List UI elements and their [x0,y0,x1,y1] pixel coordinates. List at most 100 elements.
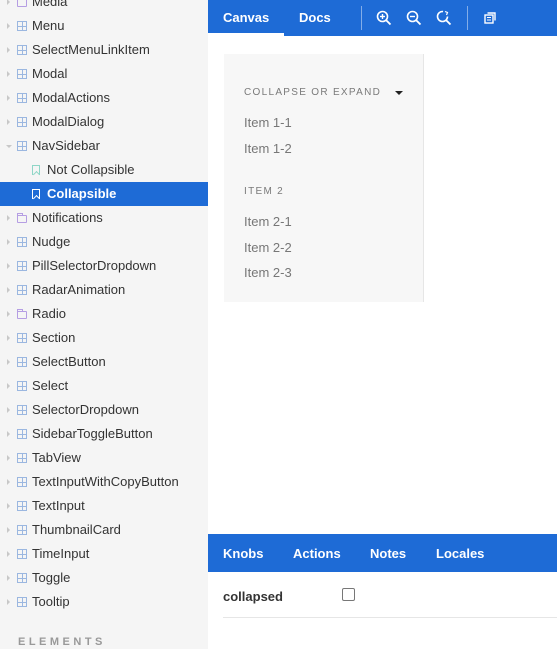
chevron-right-icon [7,599,10,605]
component-icon [17,405,27,415]
nav-item[interactable]: Item 1-1 [244,115,292,130]
sidebar-item[interactable]: Modal [0,62,208,86]
nav-item[interactable]: Item 2-3 [244,265,292,280]
nav-item[interactable]: Item 2-2 [244,240,292,255]
sidebar-item[interactable]: ThumbnailCard [0,518,208,542]
component-icon [17,69,27,79]
knobs-panel: collapsed [208,572,557,649]
chevron-right-icon [7,23,10,29]
chevron-right-icon [7,215,10,221]
chevron-right-icon [7,47,10,53]
section-header-elements: ELEMENTS [18,636,106,648]
toolbar: Canvas Docs [207,0,557,36]
sidebar-item[interactable]: Menu [0,14,208,38]
component-icon [17,477,27,487]
tab-notes[interactable]: Notes [370,534,406,572]
sidebar-item[interactable]: TextInput [0,494,208,518]
chevron-right-icon [7,311,10,317]
sidebar-item[interactable]: Notifications [0,206,208,230]
bookmark-icon [32,189,40,199]
sidebar-item[interactable]: SelectorDropdown [0,398,208,422]
canvas-preview: COLLAPSE OR EXPAND Item 1-1 Item 1-2 ITE… [208,36,557,534]
tab-canvas[interactable]: Canvas [207,0,285,36]
reset-zoom-icon[interactable] [436,10,452,26]
component-icon [17,117,27,127]
sidebar-item-label: Not Collapsible [47,162,135,177]
chevron-right-icon [7,407,10,413]
sidebar-item-label: Tooltip [32,594,70,609]
sidebar-item[interactable]: TabView [0,446,208,470]
sidebar-item[interactable]: PillSelectorDropdown [0,254,208,278]
sidebar-tree: Media Menu SelectMenuLinkItem Modal ModalAct… [0,0,208,614]
sidebar-item[interactable]: Tooltip [0,590,208,614]
chevron-right-icon [7,239,10,245]
chevron-right-icon [7,0,10,5]
chevron-right-icon [7,335,10,341]
sidebar-item[interactable]: ModalDialog [0,110,208,134]
copy-icon[interactable] [482,10,498,26]
zoom-in-icon[interactable] [376,10,392,26]
folder-icon [17,213,27,223]
sidebar-item-label: TabView [32,450,81,465]
sidebar: Media Menu SelectMenuLinkItem Modal ModalAct… [0,0,208,649]
sidebar-item-label: Select [32,378,69,393]
sidebar-item-label: Radio [32,306,66,321]
chevron-right-icon [7,455,10,461]
sidebar-item[interactable]: Toggle [0,566,208,590]
sidebar-item[interactable]: ModalActions [0,86,208,110]
sidebar-story-item[interactable]: Not Collapsible [0,158,208,182]
sidebar-item-label: Nudge [32,234,71,249]
nav-group-header[interactable]: COLLAPSE OR EXPAND [244,87,381,98]
caret-down-icon[interactable] [395,91,403,95]
main-panel: Canvas Docs COLLAPSE OR EXPAND Item 1-1 … [207,0,557,649]
zoom-out-icon[interactable] [406,10,422,26]
component-icon [17,453,27,463]
nav-sidebar-preview: COLLAPSE OR EXPAND Item 1-1 Item 1-2 ITE… [224,54,424,302]
sidebar-item[interactable]: SidebarToggleButton [0,422,208,446]
sidebar-item-label: SelectButton [32,354,106,369]
sidebar-item[interactable]: TextInputWithCopyButton [0,470,208,494]
sidebar-item[interactable]: RadarAnimation [0,278,208,302]
chevron-right-icon [7,287,10,293]
component-icon [17,549,27,559]
sidebar-item[interactable]: Select [0,374,208,398]
component-icon [17,573,27,583]
chevron-down-icon [6,145,12,148]
tab-docs[interactable]: Docs [299,0,331,36]
sidebar-item[interactable]: Media [0,0,208,14]
nav-item[interactable]: Item 2-1 [244,214,292,229]
knob-label: collapsed [223,589,283,604]
sidebar-item[interactable]: NavSidebar [0,134,208,158]
chevron-right-icon [7,479,10,485]
sidebar-item-label: Notifications [32,210,103,225]
bookmark-icon [32,165,40,175]
tab-knobs[interactable]: Knobs [223,534,263,572]
component-icon [17,285,27,295]
sidebar-item-label: SelectorDropdown [32,402,139,417]
folder-icon [17,309,27,319]
sidebar-item[interactable]: SelectButton [0,350,208,374]
addons-tabbar: Knobs Actions Notes Locales [208,534,557,572]
chevron-right-icon [7,263,10,269]
sidebar-item[interactable]: TimeInput [0,542,208,566]
sidebar-item-label: TimeInput [32,546,90,561]
component-icon [17,357,27,367]
component-icon [17,597,27,607]
collapsed-checkbox[interactable] [342,588,355,601]
divider [223,617,557,618]
sidebar-story-item[interactable]: Collapsible [0,182,208,206]
chevron-right-icon [7,71,10,77]
tab-actions[interactable]: Actions [293,534,341,572]
chevron-right-icon [7,575,10,581]
sidebar-item[interactable]: Nudge [0,230,208,254]
tab-locales[interactable]: Locales [436,534,484,572]
chevron-right-icon [7,119,10,125]
component-icon [17,525,27,535]
nav-item[interactable]: Item 1-2 [244,141,292,156]
component-icon [17,261,27,271]
sidebar-item[interactable]: Section [0,326,208,350]
sidebar-item[interactable]: SelectMenuLinkItem [0,38,208,62]
sidebar-item-label: Toggle [32,570,71,585]
sidebar-item[interactable]: Radio [0,302,208,326]
sidebar-item-label: SidebarToggleButton [32,426,153,441]
